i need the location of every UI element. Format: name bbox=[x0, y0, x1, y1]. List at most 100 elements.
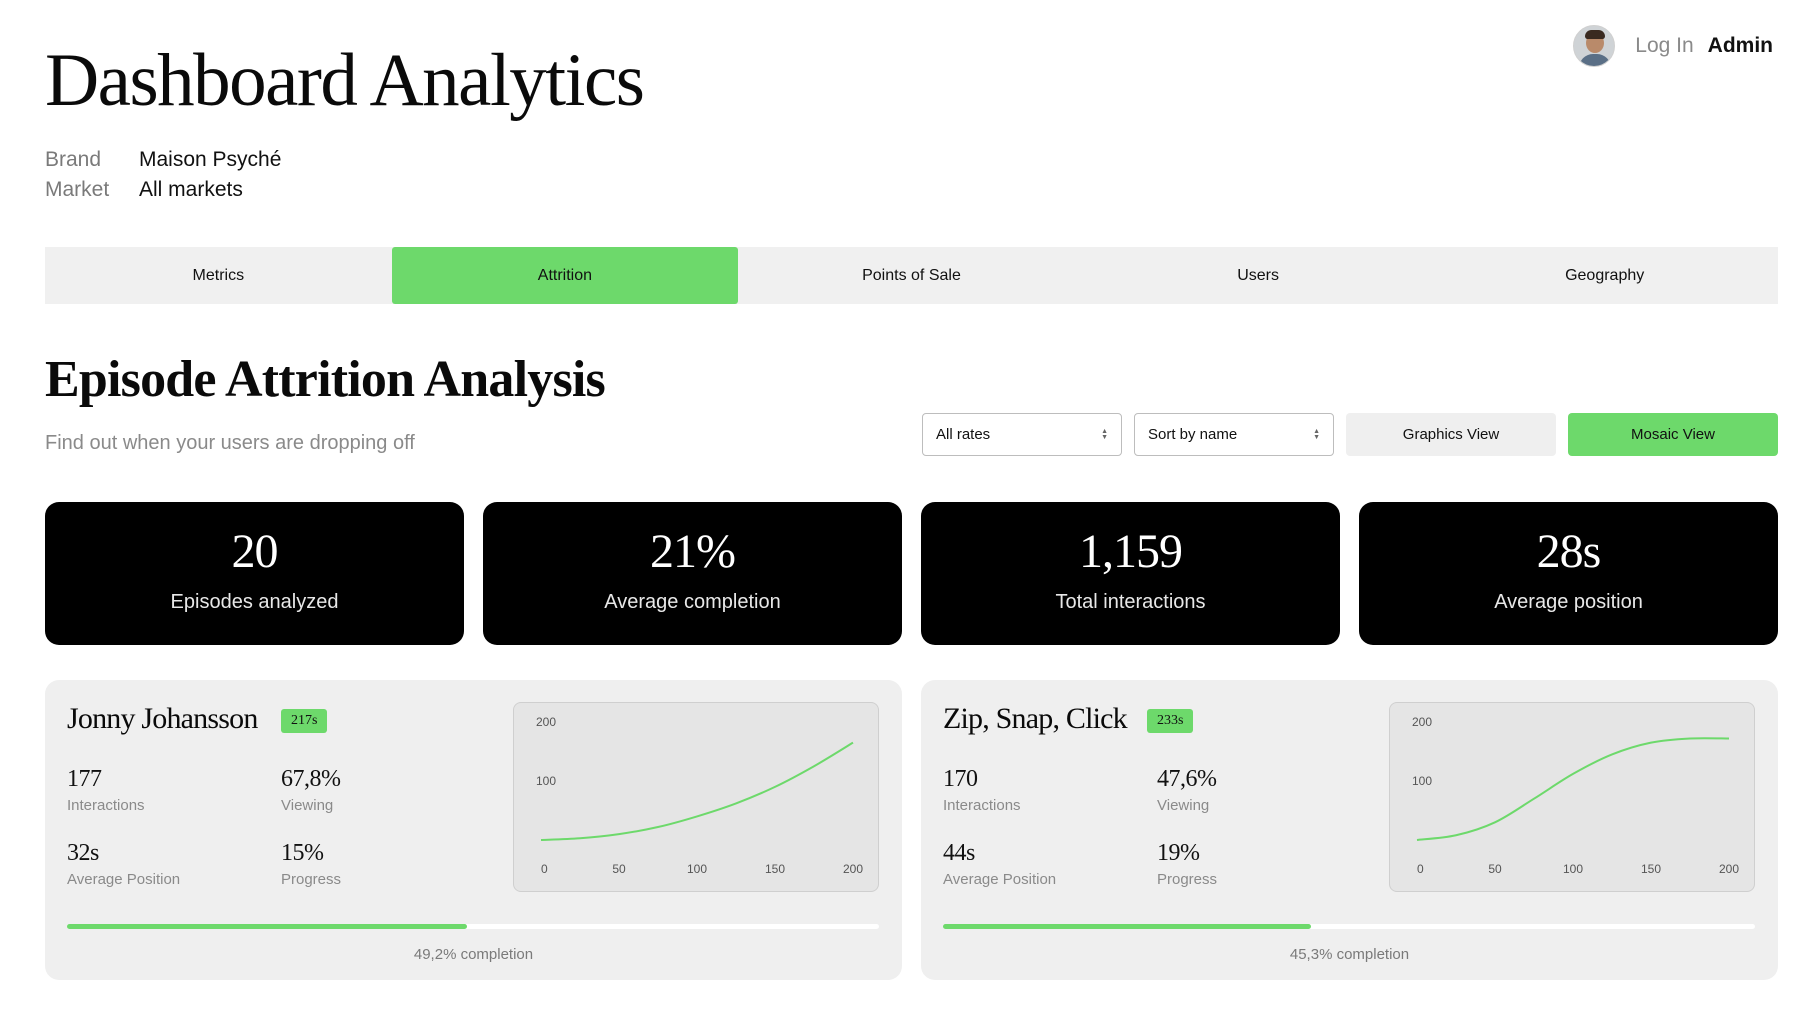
completion-bar-fill bbox=[943, 924, 1311, 929]
metric-value: 47,6% bbox=[1157, 766, 1217, 792]
rate-select-value: All rates bbox=[936, 426, 991, 443]
metric-label: Progress bbox=[1157, 871, 1218, 888]
tab-geography[interactable]: Geography bbox=[1431, 247, 1778, 304]
y-tick-label: 100 bbox=[536, 774, 556, 788]
stat-label: Average position bbox=[1494, 591, 1643, 613]
metric-value: 67,8% bbox=[281, 766, 341, 792]
brand-value: Maison Psyché bbox=[139, 148, 282, 171]
login-link[interactable]: Log In bbox=[1635, 34, 1693, 58]
metric-label: Progress bbox=[281, 871, 342, 888]
metric-progress: 19% Progress bbox=[1157, 840, 1217, 888]
graphics-view-button[interactable]: Graphics View bbox=[1346, 413, 1556, 456]
episode-title: Jonny Johansson bbox=[67, 702, 258, 735]
stat-value: 28s bbox=[1536, 525, 1602, 578]
x-tick-label: 50 bbox=[1488, 862, 1502, 876]
avatar-body bbox=[1579, 54, 1612, 66]
stat-label: Episodes analyzed bbox=[170, 591, 339, 613]
metric-progress: 15% Progress bbox=[281, 840, 341, 888]
section-title: Episode Attrition Analysis bbox=[45, 351, 606, 408]
stat-label: Average completion bbox=[604, 591, 781, 613]
avatar-hair bbox=[1585, 30, 1606, 39]
metric-label: Viewing bbox=[281, 797, 334, 814]
metric-label: Viewing bbox=[1157, 797, 1210, 814]
completion-caption: 45,3% completion bbox=[1289, 946, 1410, 963]
series-line bbox=[540, 741, 854, 841]
completion-bar bbox=[67, 924, 879, 929]
metric-label: Interactions bbox=[67, 797, 145, 814]
market-value: All markets bbox=[139, 178, 243, 201]
metric-label: Interactions bbox=[943, 797, 1021, 814]
metric-label: Average Position bbox=[943, 871, 1057, 888]
episode-card[interactable]: Zip, Snap, Click 233s 170 Interactions 4… bbox=[921, 680, 1778, 980]
metric-value: 44s bbox=[943, 840, 975, 866]
sort-select-value: Sort by name bbox=[1148, 426, 1238, 443]
market-row: Market All markets bbox=[45, 175, 281, 205]
attrition-chart-svg: 100 200 0 50 100 150 200 bbox=[536, 715, 863, 876]
metric-value: 177 bbox=[67, 766, 102, 792]
stat-card: 21% Average completion bbox=[483, 502, 902, 645]
metric-value: 15% bbox=[281, 840, 324, 866]
x-tick-label: 200 bbox=[843, 862, 863, 876]
metric-viewing: 47,6% Viewing bbox=[1157, 766, 1217, 814]
metric-interactions: 177 Interactions bbox=[67, 766, 145, 814]
x-tick-label: 50 bbox=[612, 862, 626, 876]
completion-bar bbox=[943, 924, 1755, 929]
updown-icon: ▲ ▼ bbox=[1313, 427, 1320, 441]
x-tick-label: 100 bbox=[687, 862, 707, 876]
mosaic-view-button[interactable]: Mosaic View bbox=[1568, 413, 1778, 456]
episode-card[interactable]: Jonny Johansson 217s 177 Interactions 67… bbox=[45, 680, 902, 980]
x-tick-label: 150 bbox=[1641, 862, 1661, 876]
x-tick-label: 150 bbox=[765, 862, 785, 876]
stat-label: Total interactions bbox=[1055, 591, 1206, 613]
stat-card: 20 Episodes analyzed bbox=[45, 502, 464, 645]
stats-row: 20 Episodes analyzed 21% Average complet… bbox=[45, 502, 1778, 645]
duration-badge: 233s bbox=[1147, 709, 1194, 733]
metric-value: 32s bbox=[67, 840, 99, 866]
completion-caption: 49,2% completion bbox=[413, 946, 534, 963]
brand-label: Brand bbox=[45, 148, 102, 171]
x-tick-label: 100 bbox=[1563, 862, 1583, 876]
y-tick-label: 100 bbox=[1412, 774, 1432, 788]
brand-row: Brand Maison Psyché bbox=[45, 145, 281, 175]
y-tick-label: 200 bbox=[1412, 715, 1432, 729]
sort-select[interactable]: Sort by name ▲ ▼ bbox=[1134, 413, 1334, 456]
metric-viewing: 67,8% Viewing bbox=[281, 766, 341, 814]
updown-icon: ▲ ▼ bbox=[1101, 427, 1108, 441]
attrition-chart: 100 200 0 50 100 150 200 bbox=[1389, 702, 1755, 892]
tab-users[interactable]: Users bbox=[1085, 247, 1432, 304]
stat-value: 20 bbox=[231, 525, 279, 578]
section-subtitle: Find out when your users are dropping of… bbox=[45, 432, 415, 454]
stat-card: 1,159 Total interactions bbox=[921, 502, 1340, 645]
completion-bar-fill bbox=[67, 924, 467, 929]
episode-cards: Jonny Johansson 217s 177 Interactions 67… bbox=[45, 680, 1778, 980]
metric-label: Average Position bbox=[67, 871, 181, 888]
user-area: Log In Admin bbox=[1573, 24, 1773, 68]
x-tick-label: 0 bbox=[1417, 862, 1424, 876]
market-label: Market bbox=[45, 178, 110, 201]
metric-interactions: 170 Interactions bbox=[943, 766, 1021, 814]
metric-value: 19% bbox=[1157, 840, 1200, 866]
attrition-chart: 100 200 0 50 100 150 200 bbox=[513, 702, 879, 892]
brand-market-info: Brand Maison Psyché Market All markets bbox=[45, 145, 281, 205]
episode-title: Zip, Snap, Click bbox=[943, 702, 1128, 735]
tab-attrition[interactable]: Attrition bbox=[391, 247, 739, 304]
admin-link[interactable]: Admin bbox=[1708, 34, 1773, 58]
stat-card: 28s Average position bbox=[1359, 502, 1778, 645]
tab-metrics[interactable]: Metrics bbox=[45, 247, 392, 304]
duration-badge: 217s bbox=[281, 709, 328, 733]
avatar[interactable] bbox=[1573, 25, 1616, 67]
metric-value: 170 bbox=[943, 766, 978, 792]
stat-value: 21% bbox=[650, 525, 736, 578]
y-tick-label: 200 bbox=[536, 715, 556, 729]
attrition-chart-svg: 100 200 0 50 100 150 200 bbox=[1412, 715, 1739, 876]
rate-select[interactable]: All rates ▲ ▼ bbox=[922, 413, 1122, 456]
metric-average-position: 32s Average Position bbox=[67, 840, 180, 888]
page-title: Dashboard Analytics bbox=[45, 39, 645, 122]
stat-value: 1,159 bbox=[1079, 525, 1183, 578]
series-line bbox=[1416, 737, 1730, 841]
tab-points-of-sale[interactable]: Points of Sale bbox=[738, 247, 1085, 304]
view-controls: All rates ▲ ▼ Sort by name ▲ ▼ Graphics Vi… bbox=[922, 413, 1778, 456]
metric-average-position: 44s Average Position bbox=[943, 840, 1056, 888]
x-tick-label: 200 bbox=[1719, 862, 1739, 876]
tab-bar: Metrics Attrition Points of Sale Users G… bbox=[45, 247, 1778, 304]
